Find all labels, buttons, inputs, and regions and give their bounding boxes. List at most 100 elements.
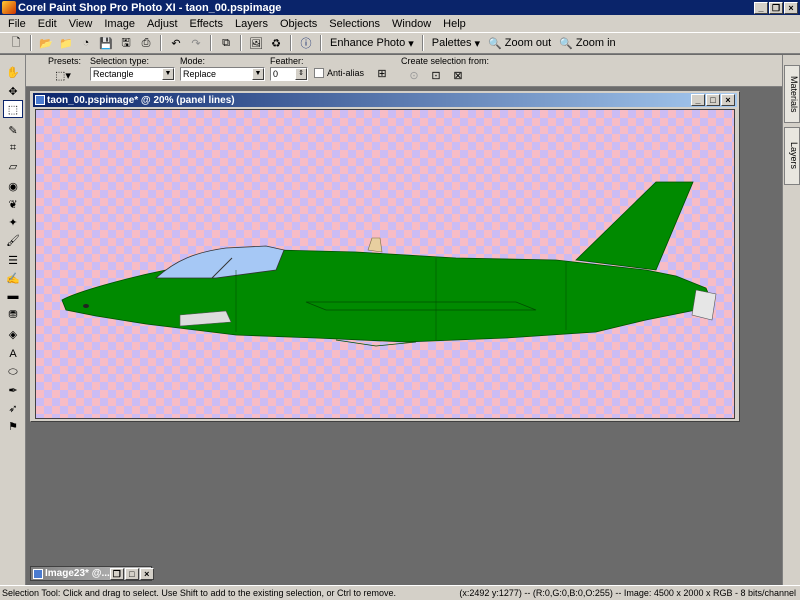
deform-tool-icon[interactable]: ▱	[3, 157, 23, 175]
mode-value: Replace	[183, 69, 217, 79]
menu-file[interactable]: File	[2, 18, 32, 30]
minimized-document[interactable]: Image23* @... ❐ □ ×	[30, 566, 154, 581]
selection-from-vector-icon[interactable]: ⊙	[406, 67, 422, 83]
feather-value: 0	[273, 69, 279, 79]
zoom-in-button[interactable]: 🔍 Zoom in	[559, 37, 615, 50]
move-tool-icon[interactable]: ✥	[3, 82, 23, 100]
selection-from-canvas-icon[interactable]: ⊠	[450, 67, 466, 83]
toolbar-separator	[240, 35, 242, 51]
standard-toolbar: 🗋 📂 📁 ◔ 💾 🖫 ⎙ ↶ ↷ ⧉ 🖼 ♻ ⓘ Enhance Photo ▾…	[0, 32, 800, 54]
mesh-warp-icon[interactable]: ⚑	[3, 417, 23, 435]
eraser-tool-icon[interactable]: ▬	[3, 287, 23, 305]
menu-image[interactable]: Image	[98, 18, 141, 30]
tool-options-palette: Presets: ⬚▾ Selection type: Rectangle ▼ …	[26, 55, 782, 87]
menu-selections[interactable]: Selections	[323, 18, 386, 30]
presets-dropdown-icon[interactable]: ⬚▾	[52, 67, 74, 83]
zoom-out-icon: 🔍	[488, 37, 502, 50]
redo-icon[interactable]: ↷	[188, 35, 204, 51]
enhance-photo-button[interactable]: Enhance Photo ▾	[330, 37, 414, 50]
maximize-doc-button[interactable]: □	[124, 567, 139, 580]
feather-input[interactable]: 0 ⇕	[270, 67, 308, 81]
restore-doc-button[interactable]: ❐	[109, 567, 124, 580]
toolbar-separator	[30, 35, 32, 51]
browse-icon[interactable]: 📁	[58, 35, 74, 51]
clone-brush-icon[interactable]: ❦	[3, 195, 23, 213]
doc-maximize-button[interactable]: □	[706, 94, 720, 106]
right-dock: Materials Layers	[782, 55, 800, 585]
text-tool-icon[interactable]: A	[3, 345, 23, 363]
zoom-in-icon: 🔍	[559, 37, 573, 50]
menu-view[interactable]: View	[63, 18, 99, 30]
toolbar-separator	[210, 35, 212, 51]
smudge-tool-icon[interactable]: ✍	[3, 269, 23, 287]
zoom-in-label: Zoom in	[575, 37, 616, 49]
menu-help[interactable]: Help	[437, 18, 472, 30]
undo-icon[interactable]: ↶	[168, 35, 184, 51]
share-icon[interactable]: ♻	[268, 35, 284, 51]
close-button[interactable]: ×	[784, 1, 798, 14]
photo-import-icon[interactable]: 🖼	[248, 35, 264, 51]
menu-objects[interactable]: Objects	[274, 18, 323, 30]
menu-effects[interactable]: Effects	[184, 18, 229, 30]
app-title: Corel Paint Shop Pro Photo XI - taon_00.…	[18, 1, 282, 14]
doc-close-button[interactable]: ×	[721, 94, 735, 106]
red-eye-tool-icon[interactable]: ◉	[3, 177, 23, 195]
preset-shape-icon[interactable]: ⬭	[3, 363, 23, 381]
selection-tool-icon[interactable]: ⬚	[3, 100, 23, 118]
scan-icon[interactable]: ◔	[78, 35, 94, 51]
materials-tab[interactable]: Materials	[784, 65, 800, 123]
status-info: (x:2492 y:1277) -- (R:0,G:0,B:0,O:255) -…	[459, 588, 796, 598]
document-title-bar[interactable]: taon_00.pspimage* @ 20% (panel lines) _ …	[33, 93, 737, 107]
warp-brush-icon[interactable]: ➶	[3, 399, 23, 417]
pan-tool-icon[interactable]: ✋	[3, 63, 23, 81]
mode-select[interactable]: Replace ▼	[180, 67, 265, 81]
menu-layers[interactable]: Layers	[229, 18, 274, 30]
palettes-label: Palettes	[431, 37, 472, 49]
minimize-button[interactable]: _	[754, 1, 768, 14]
image-canvas[interactable]	[35, 109, 735, 419]
palettes-button[interactable]: Palettes ▾	[432, 37, 480, 50]
crop-tool-icon[interactable]: ⌗	[3, 139, 23, 157]
mode-label: Mode:	[180, 56, 206, 66]
enhance-photo-label: Enhance Photo	[330, 37, 406, 49]
zoom-out-label: Zoom out	[504, 37, 552, 49]
status-hint: Selection Tool: Click and drag to select…	[2, 588, 397, 598]
app-icon[interactable]	[2, 1, 16, 14]
selection-type-select[interactable]: Rectangle ▼	[90, 67, 175, 81]
presets-label: Presets:	[48, 56, 82, 66]
close-doc-button[interactable]: ×	[139, 567, 154, 580]
save-as-icon[interactable]: 🖫	[118, 35, 134, 51]
doc-minimize-button[interactable]: _	[691, 94, 705, 106]
select-all-icon[interactable]: ⊞	[374, 65, 390, 81]
spinner-icon[interactable]: ⇕	[295, 68, 307, 80]
print-icon[interactable]: ⎙	[138, 35, 154, 51]
document-window: taon_00.pspimage* @ 20% (panel lines) _ …	[30, 91, 740, 422]
dodge-tool-icon[interactable]: ✦	[3, 213, 23, 231]
toolbar-separator	[320, 35, 322, 51]
anti-alias-checkbox[interactable]	[314, 68, 324, 78]
new-file-icon[interactable]: 🗋	[8, 35, 24, 51]
restore-button[interactable]: ❐	[769, 1, 783, 14]
menu-window[interactable]: Window	[386, 18, 437, 30]
crop-to-selection-icon[interactable]: ⧉	[218, 35, 234, 51]
lighten-darken-icon[interactable]: ☰	[3, 251, 23, 269]
feather-label: Feather:	[270, 56, 304, 66]
document-title: taon_00.pspimage* @ 20% (panel lines)	[47, 94, 235, 106]
flood-fill-icon[interactable]: ⛃	[3, 305, 23, 323]
dropper-tool-icon[interactable]: ✎	[3, 121, 23, 139]
menu-edit[interactable]: Edit	[32, 18, 63, 30]
dropdown-arrow-icon: ▾	[408, 37, 414, 50]
app-title-bar: Corel Paint Shop Pro Photo XI - taon_00.…	[0, 0, 800, 15]
paint-brush-icon[interactable]: 🖌	[3, 231, 23, 249]
menu-adjust[interactable]: Adjust	[141, 18, 184, 30]
open-folder-icon[interactable]: 📂	[38, 35, 54, 51]
status-bar: Selection Tool: Click and drag to select…	[0, 585, 800, 600]
layers-tab[interactable]: Layers	[784, 127, 800, 185]
info-icon[interactable]: ⓘ	[298, 35, 314, 51]
anti-alias-label: Anti-alias	[327, 68, 365, 78]
save-icon[interactable]: 💾	[98, 35, 114, 51]
pen-tool-icon[interactable]: ✒	[3, 381, 23, 399]
picture-tube-icon[interactable]: ◈	[3, 325, 23, 343]
zoom-out-button[interactable]: 🔍 Zoom out	[488, 37, 551, 50]
selection-from-layer-icon[interactable]: ⊡	[428, 67, 444, 83]
